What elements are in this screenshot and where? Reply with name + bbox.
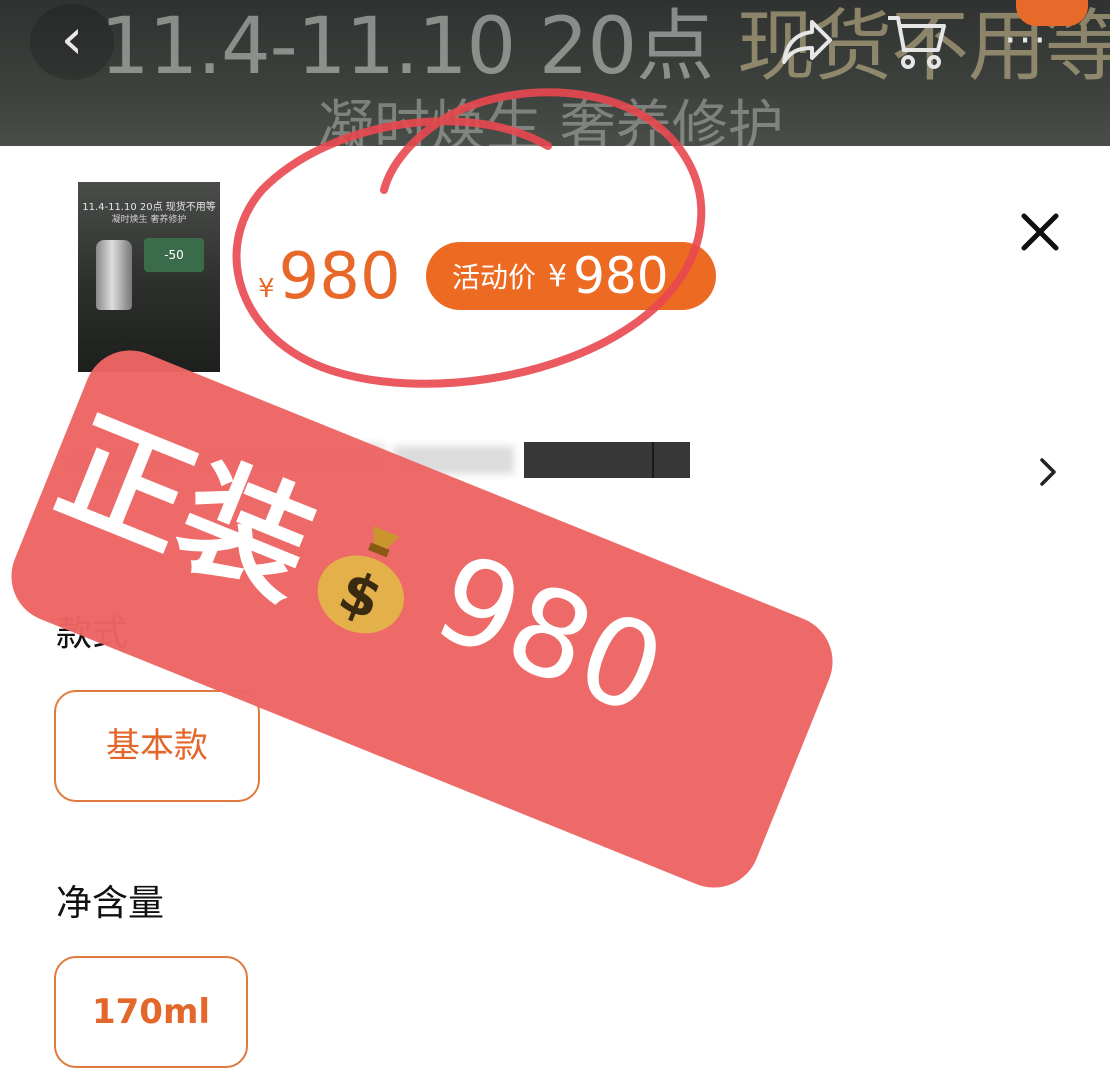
thumbnail-subtitle: 凝时焕生 奢养修护 <box>111 215 187 225</box>
event-price-value: 980 <box>573 247 669 305</box>
thumbnail-bottle-image <box>96 240 132 310</box>
event-currency-symbol: ¥ <box>548 258 568 294</box>
price-display: ¥ 980 <box>258 242 401 312</box>
close-icon[interactable] <box>1010 202 1070 262</box>
share-icon[interactable] <box>778 12 836 70</box>
back-button[interactable]: ‹ <box>30 4 114 80</box>
banner-subtitle: 凝时焕生 奢养修护 <box>318 95 784 146</box>
banner-headline-prefix: 11.4-11.10 20点 <box>100 2 737 92</box>
event-price-badge: 活动价 ¥ 980 <box>426 242 716 310</box>
currency-symbol: ¥ <box>258 274 275 304</box>
more-icon: ··· <box>1004 18 1049 64</box>
price-value: 980 <box>278 240 401 314</box>
product-thumbnail[interactable]: 11.4-11.10 20点 现货不用等 凝时焕生 奢养修护 -50 <box>78 182 220 372</box>
thumbnail-discount-badge: -50 <box>144 238 204 272</box>
product-banner: 11.4-11.10 20点 现货不用等 凝时焕生 奢养修护 ‹ ··· <box>0 0 1110 146</box>
event-price-label: 活动价 <box>452 261 537 294</box>
chevron-left-icon: ‹ <box>60 7 84 72</box>
product-sku-screen: 11.4-11.10 20点 现货不用等 凝时焕生 奢养修护 ‹ ··· 11.… <box>0 0 1110 1080</box>
volume-section-label: 净含量 <box>56 883 165 924</box>
chevron-right-icon[interactable] <box>1030 452 1066 492</box>
more-button[interactable]: ··· <box>1004 18 1048 64</box>
cart-icon[interactable] <box>884 10 950 70</box>
volume-option-170ml[interactable]: 170ml <box>54 956 248 1068</box>
thumbnail-headline: 11.4-11.10 20点 现货不用等 <box>82 202 216 213</box>
